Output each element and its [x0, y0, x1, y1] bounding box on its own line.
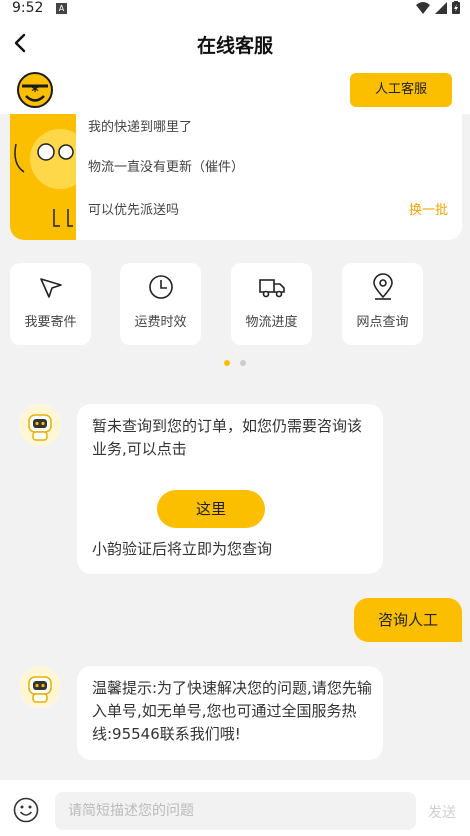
quick-action-send[interactable]: 我要寄件	[10, 263, 91, 345]
faq-question[interactable]: 可以优先派送吗	[88, 199, 179, 218]
quick-action-label: 运费时效	[134, 315, 187, 330]
clock-icon	[148, 275, 173, 299]
brand-bar: * 人工客服	[0, 70, 470, 114]
top-bar: 在线客服	[0, 16, 470, 70]
status-time: 9:52	[12, 0, 44, 16]
svg-text:*: *	[31, 84, 39, 100]
carousel-dots	[0, 360, 470, 366]
quick-action-tracking[interactable]: 物流进度	[231, 263, 312, 345]
truck-icon	[258, 279, 285, 298]
carousel-dot-active[interactable]	[224, 360, 230, 366]
quick-action-fee[interactable]: 运费时效	[120, 263, 201, 345]
bot-message-text: 暂未查询到您的订单，如您仍需要咨询该业务,可以点击	[92, 417, 363, 458]
send-button[interactable]: 发送	[428, 802, 456, 822]
quick-action-branch[interactable]: 网点查询	[342, 263, 423, 345]
user-message: 咨询人工	[354, 598, 462, 642]
quick-action-label: 物流进度	[245, 315, 298, 330]
bot-avatar	[19, 404, 61, 446]
message-input[interactable]	[55, 792, 416, 830]
send-arrow-icon	[39, 278, 62, 298]
bot-message: 温馨提示:为了快速解决您的问题,请您先输入单号,如无单号,您也可通过全国服务热线…	[77, 666, 383, 760]
quick-action-label: 我要寄件	[24, 315, 77, 330]
robot-icon	[19, 404, 61, 446]
signal-icon	[435, 1, 447, 14]
here-button[interactable]: 这里	[157, 490, 265, 528]
bot-message-text: 温馨提示:为了快速解决您的问题,请您先输入单号,如无单号,您也可通过全国服务热线…	[92, 679, 372, 743]
carousel-dot[interactable]	[240, 360, 246, 366]
refresh-questions-link[interactable]: 换一批	[409, 199, 448, 218]
mascot-illustration	[10, 114, 76, 240]
status-icons	[416, 1, 460, 14]
page-title: 在线客服	[196, 35, 273, 57]
quick-action-label: 网点查询	[356, 315, 409, 330]
faq-card: 我的快递到哪里了 物流一直没有更新（催件） 可以优先派送吗 换一批	[10, 114, 462, 240]
quick-actions: 我要寄件 运费时效 物流进度 网点查询	[10, 263, 462, 345]
brand-logo-icon: *	[17, 72, 53, 108]
robot-icon	[19, 666, 61, 708]
composer-bar: 发送	[0, 780, 470, 836]
human-service-button[interactable]: 人工客服	[350, 73, 452, 107]
faq-question[interactable]: 我的快递到哪里了	[88, 116, 192, 135]
faq-question[interactable]: 物流一直没有更新（催件）	[88, 156, 244, 175]
bot-avatar	[19, 666, 61, 708]
battery-icon	[452, 1, 460, 14]
emoji-icon[interactable]	[13, 797, 39, 823]
notification-icon: A	[56, 3, 67, 14]
wifi-icon	[416, 1, 430, 14]
status-bar: 9:52 A	[0, 0, 470, 16]
location-pin-icon	[372, 273, 393, 300]
bot-message: 暂未查询到您的订单，如您仍需要咨询该业务,可以点击 这里 小韵验证后将立即为您查…	[77, 404, 383, 574]
bot-message-footer: 小韵验证后将立即为您查询	[92, 540, 273, 558]
